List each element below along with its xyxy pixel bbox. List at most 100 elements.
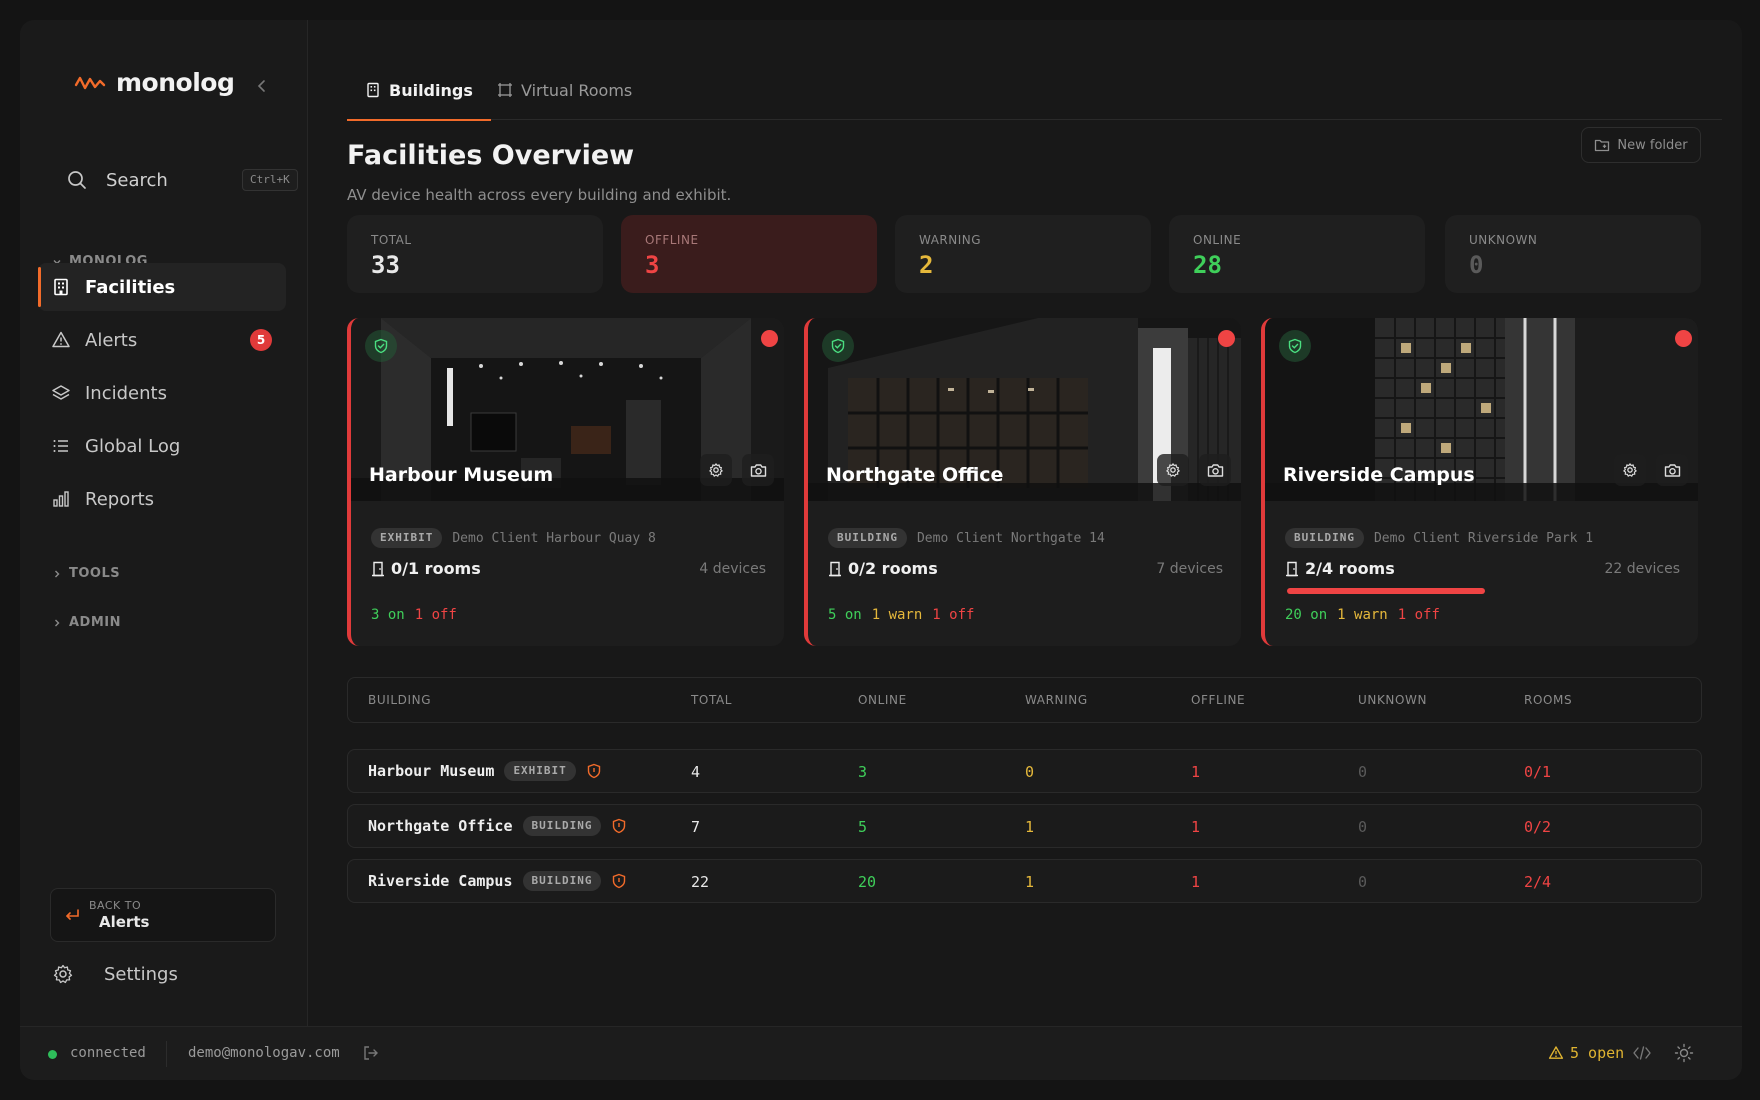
card-client: Demo Client Northgate 14 <box>916 530 1105 546</box>
card-title: Northgate Office <box>826 464 1004 486</box>
table-row[interactable]: Northgate Office BUILDING 7 5 1 1 0 0/2 <box>347 804 1702 848</box>
card-status-summary: 3 on 1 off <box>371 607 457 623</box>
developer-tools-button[interactable] <box>1632 1044 1652 1066</box>
search-label: Search <box>106 169 168 191</box>
offline-status-dot <box>1218 330 1235 347</box>
card-rooms: 0/2 rooms <box>828 559 938 578</box>
card-title: Harbour Museum <box>369 464 554 486</box>
stat-warning: WARNING 2 <box>895 215 1151 293</box>
alerts-count-badge: 5 <box>250 329 272 351</box>
card-meta: BUILDING Demo Client Northgate 14 <box>828 528 1105 548</box>
sidebar-item-incidents[interactable]: Incidents <box>38 369 286 417</box>
type-tag: BUILDING <box>828 528 907 548</box>
rooms-count: 0/2 rooms <box>848 559 938 578</box>
offline-count: 1 off <box>414 607 457 623</box>
warning-count: 1 warn <box>1337 607 1388 623</box>
sidebar-item-reports[interactable]: Reports <box>38 475 286 523</box>
online-cell: 5 <box>858 818 868 836</box>
column-header-warning[interactable]: WARNING <box>1025 693 1088 707</box>
door-icon <box>372 561 384 576</box>
gear-icon <box>1166 463 1180 477</box>
column-header-total[interactable]: TOTAL <box>691 693 732 707</box>
warning-cell: 0 <box>1025 763 1035 781</box>
offline-status-dot <box>761 330 778 347</box>
gear-icon <box>53 964 73 984</box>
card-settings-button[interactable] <box>700 454 732 486</box>
rooms-cell: 0/2 <box>1524 818 1552 836</box>
shield-icon <box>613 873 626 889</box>
section-admin-toggle[interactable]: ADMIN <box>52 615 121 630</box>
sidebar: monolog Search Ctrl+K MONOLOG Facilities… <box>20 20 308 1026</box>
online-cell: 20 <box>858 873 877 891</box>
online-count: 3 on <box>371 607 405 623</box>
facility-card-northgate-office[interactable]: Northgate Office BUILDING Demo Client No… <box>804 318 1241 646</box>
frame-icon <box>498 83 512 97</box>
sun-icon <box>1674 1043 1694 1063</box>
open-alerts-indicator[interactable]: 5 open <box>1548 1044 1624 1062</box>
door-icon <box>1286 561 1298 576</box>
shield-icon <box>613 818 626 834</box>
section-tools-toggle[interactable]: TOOLS <box>52 566 120 581</box>
sidebar-item-label: Alerts <box>85 329 138 351</box>
connection-status: connected <box>70 1045 146 1061</box>
card-settings-button[interactable] <box>1157 454 1189 486</box>
stat-unknown: UNKNOWN 0 <box>1445 215 1701 293</box>
gear-icon <box>709 463 723 477</box>
section-tools-label: TOOLS <box>69 566 121 581</box>
rooms-count: 2/4 rooms <box>1305 559 1395 578</box>
search-button[interactable]: Search Ctrl+K <box>50 160 298 200</box>
folder-plus-icon <box>1595 139 1610 152</box>
card-meta: BUILDING Demo Client Riverside Park 1 <box>1285 528 1593 548</box>
search-shortcut: Ctrl+K <box>242 169 298 191</box>
building-cell: Northgate Office BUILDING <box>368 816 627 836</box>
collapse-sidebar-button[interactable] <box>252 76 272 96</box>
stat-offline: OFFLINE 3 <box>621 215 877 293</box>
open-alerts-count: 5 open <box>1570 1044 1625 1062</box>
waveform-logo-icon <box>74 76 106 89</box>
settings-label: Settings <box>104 963 178 985</box>
card-title: Riverside Campus <box>1283 464 1475 486</box>
new-folder-button[interactable]: New folder <box>1581 127 1701 163</box>
column-header-online[interactable]: ONLINE <box>858 693 907 707</box>
sidebar-item-facilities[interactable]: Facilities <box>38 263 286 311</box>
divider <box>166 1041 167 1067</box>
column-header-building[interactable]: BUILDING <box>368 693 431 707</box>
tab-buildings[interactable]: Buildings <box>347 60 491 121</box>
back-to-alerts-button[interactable]: BACK TO Alerts <box>50 888 276 942</box>
status-bar: connected demo@monologav.com 5 open <box>20 1026 1742 1080</box>
sidebar-item-alerts[interactable]: Alerts 5 <box>38 316 286 364</box>
facility-card-riverside-campus[interactable]: Riverside Campus BUILDING Demo Client Ri… <box>1261 318 1698 646</box>
layers-icon <box>50 382 72 404</box>
column-header-rooms[interactable]: ROOMS <box>1524 693 1572 707</box>
camera-icon <box>750 463 766 477</box>
offline-count: 1 off <box>932 607 975 623</box>
tab-virtual-rooms[interactable]: Virtual Rooms <box>497 60 632 120</box>
view-tabs: Buildings Virtual Rooms <box>347 60 1722 121</box>
tab-label: Buildings <box>389 80 473 100</box>
building-icon <box>367 82 379 98</box>
building-cell: Riverside Campus BUILDING <box>368 871 627 891</box>
stat-online: ONLINE 28 <box>1169 215 1425 293</box>
card-devices: 22 devices <box>1604 561 1680 577</box>
stat-label: ONLINE <box>1193 233 1242 247</box>
card-camera-button[interactable] <box>742 454 774 486</box>
back-to-target: Alerts <box>99 913 150 931</box>
facility-card-harbour-museum[interactable]: Harbour Museum EXHIBIT Demo Client Harbo… <box>347 318 784 646</box>
card-camera-button[interactable] <box>1656 454 1688 486</box>
card-settings-button[interactable] <box>1614 454 1646 486</box>
column-header-offline[interactable]: OFFLINE <box>1191 693 1245 707</box>
offline-count: 1 off <box>1397 607 1440 623</box>
table-row[interactable]: Riverside Campus BUILDING 22 20 1 1 0 2/… <box>347 859 1702 903</box>
theme-toggle-button[interactable] <box>1674 1043 1694 1067</box>
sidebar-item-label: Facilities <box>85 276 176 298</box>
building-name: Harbour Museum <box>368 762 495 780</box>
card-camera-button[interactable] <box>1199 454 1231 486</box>
rooms-cell: 0/1 <box>1524 763 1552 781</box>
column-header-unknown[interactable]: UNKNOWN <box>1358 693 1427 707</box>
camera-icon <box>1207 463 1223 477</box>
logout-button[interactable] <box>362 1044 380 1066</box>
table-row[interactable]: Harbour Museum EXHIBIT 4 3 0 1 0 0/1 <box>347 749 1702 793</box>
sidebar-item-global-log[interactable]: Global Log <box>38 422 286 470</box>
brand-logo[interactable]: monolog <box>74 68 235 97</box>
building-cell: Harbour Museum EXHIBIT <box>368 761 602 781</box>
